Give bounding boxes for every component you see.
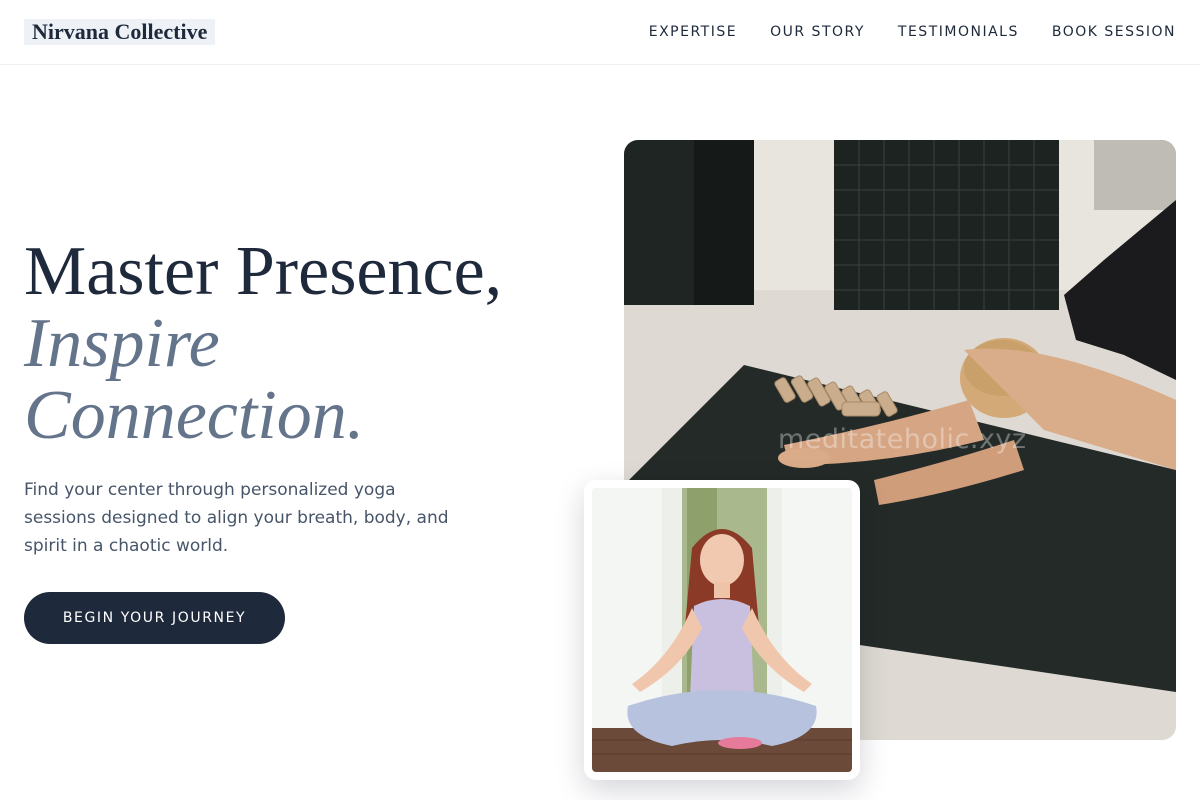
hero-title: Master Presence, Inspire Connection. <box>24 236 584 452</box>
main-nav: EXPERTISE OUR STORY TESTIMONIALS BOOK SE… <box>649 22 1176 42</box>
nav-link-testimonials[interactable]: TESTIMONIALS <box>898 22 1019 42</box>
hero-inset-image-card <box>584 480 860 780</box>
nav-link-our-story[interactable]: OUR STORY <box>770 22 865 42</box>
hero-title-line-2: Inspire <box>24 305 220 382</box>
hero-inset-image <box>592 488 852 772</box>
hero-title-line-3: Connection. <box>24 377 365 454</box>
brand-logo[interactable]: Nirvana Collective <box>24 19 216 45</box>
nav-link-expertise[interactable]: EXPERTISE <box>649 22 737 42</box>
site-header: Nirvana Collective EXPERTISE OUR STORY T… <box>0 0 1200 65</box>
meditation-illustration <box>592 488 852 772</box>
hero-description: Find your center through personalized yo… <box>24 480 449 556</box>
nav-link-book-session[interactable]: BOOK SESSION <box>1052 22 1176 42</box>
begin-journey-button[interactable]: BEGIN YOUR JOURNEY <box>24 592 285 644</box>
hero-title-line-1: Master Presence, <box>24 233 503 310</box>
